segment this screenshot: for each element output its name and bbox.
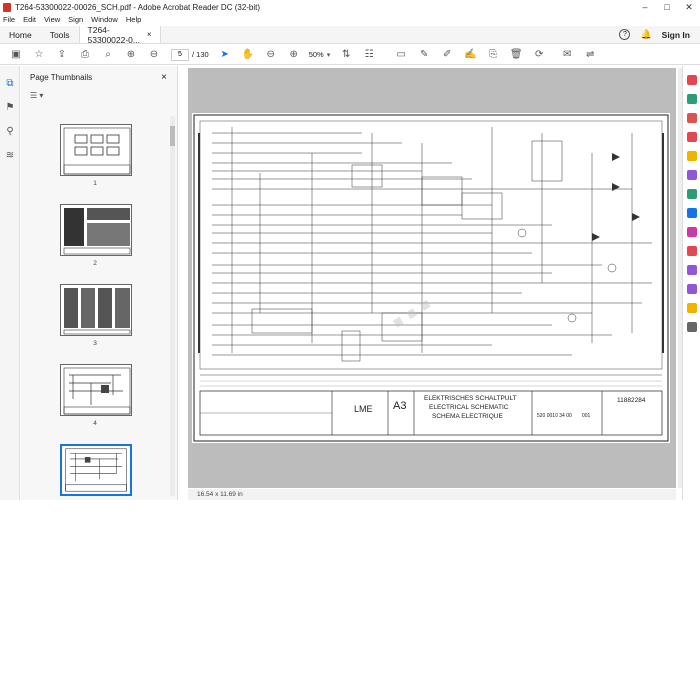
zoom-dropdown-icon[interactable]: ▾	[327, 51, 331, 59]
title-block-title-en: ELECTRICAL SCHEMATIC	[429, 404, 509, 411]
fill-sign-icon[interactable]: ✍	[463, 48, 477, 62]
page-total: / 130	[192, 50, 209, 59]
close-window-button[interactable]: ✕	[678, 2, 700, 13]
window-titlebar: T264-53300022-00026_SCH.pdf - Adobe Acro…	[0, 0, 700, 15]
zoom-in-icon[interactable]: ⊕	[287, 48, 301, 62]
tab-bar: Home Tools T264-53300022-0... × ? 🔔 Sign…	[0, 24, 700, 45]
close-panel-icon[interactable]: ×	[161, 72, 167, 83]
thumbnail-options-button[interactable]: ☰ ▾	[21, 88, 177, 102]
title-block-size: A3	[393, 400, 407, 412]
thumbnail-page-2[interactable]	[60, 204, 132, 256]
draw-icon[interactable]: ✐	[440, 48, 454, 62]
thumbnail-2-preview	[63, 208, 131, 255]
scroll-mode-icon[interactable]: ☷	[362, 48, 376, 62]
thumbnail-5-preview	[65, 448, 127, 492]
page-size-indicator: 16.54 x 11.69 in	[188, 489, 676, 500]
upload-icon[interactable]: ⇪	[55, 48, 69, 62]
thumbnail-page-4[interactable]	[60, 364, 132, 416]
highlight-icon[interactable]: ✎	[417, 48, 431, 62]
thumbnails-panel-header: Page Thumbnails ×	[21, 66, 177, 88]
page-number-input[interactable]	[171, 48, 189, 61]
send-for-signature-icon[interactable]	[687, 246, 697, 256]
thumbnails-icon[interactable]: ⧉	[4, 78, 16, 90]
tab-document-label: T264-53300022-0...	[87, 24, 140, 45]
help-icon[interactable]: ?	[619, 29, 631, 40]
tab-tools[interactable]: Tools	[41, 26, 79, 43]
tab-document[interactable]: T264-53300022-0... ×	[78, 24, 161, 45]
export-pdf-icon[interactable]	[687, 75, 697, 85]
combine-files-icon[interactable]	[687, 132, 697, 142]
print-production-icon[interactable]	[687, 303, 697, 313]
save-icon[interactable]: ▣	[9, 48, 23, 62]
menu-edit[interactable]: Edit	[23, 15, 36, 26]
delete-icon[interactable]: 🗑	[509, 48, 523, 62]
thumbnail-3-preview	[63, 288, 131, 335]
notifications-icon[interactable]: 🔔	[640, 29, 651, 40]
prepare-form-icon[interactable]	[687, 284, 697, 294]
email-icon[interactable]: ✉	[560, 48, 574, 62]
fill-and-sign-icon[interactable]	[687, 227, 697, 237]
thumbnail-page-5[interactable]	[60, 444, 132, 496]
thumbnails-panel: Page Thumbnails × ☰ ▾ 1 2 3 4	[21, 66, 178, 500]
title-block-part-no: 520 0010 34 00	[537, 413, 572, 419]
acrobat-icon	[3, 3, 11, 12]
zoom-out-icon[interactable]: ⊖	[264, 48, 278, 62]
title-block-rev: 001	[582, 413, 591, 419]
thumbnail-label-3: 3	[93, 340, 97, 347]
menu-file[interactable]: File	[3, 15, 15, 26]
menu-sign[interactable]: Sign	[68, 15, 83, 26]
minimize-button[interactable]: –	[634, 2, 656, 13]
organize-pages-icon[interactable]	[687, 170, 697, 180]
scan-ocr-icon[interactable]	[687, 189, 697, 199]
thumbnail-page-3[interactable]	[60, 284, 132, 336]
bookmarks-icon[interactable]: ⚑	[4, 102, 16, 114]
thumbnail-label-2: 2	[93, 260, 97, 267]
title-block-title-fr: SCHEMA ELECTRIQUE	[432, 413, 503, 420]
maximize-button[interactable]: □	[656, 2, 678, 13]
page-fit-icon[interactable]: ⇅	[339, 48, 353, 62]
stamp-icon[interactable]: ⎘	[486, 48, 500, 62]
main-toolbar: ▣ ☆ ⇪ ⎙ ⌕ ⊕ ⊖ / 130 ➤ ✋ ⊖ ⊕ 50% ▾ ⇅ ☷ ▭ …	[0, 45, 700, 65]
select-cursor-icon[interactable]: ➤	[218, 48, 232, 62]
sign-in-button[interactable]: Sign In	[662, 30, 690, 40]
print-icon[interactable]: ⎙	[78, 48, 92, 62]
tab-home[interactable]: Home	[0, 26, 41, 43]
thumbnails-scrollbar[interactable]	[170, 116, 175, 496]
document-viewport[interactable]: LME A3 ELEKTRISCHES SCHALTPULT ELECTRICA…	[188, 68, 676, 488]
comment-icon[interactable]: ▭	[394, 48, 408, 62]
request-e-signatures-icon[interactable]	[687, 265, 697, 275]
right-tools-rail	[682, 66, 700, 500]
rotate-icon[interactable]: ⟳	[532, 48, 546, 62]
left-nav-rail: ⧉ ⚑ ⚲ ≋	[0, 66, 20, 500]
share-icon[interactable]: ⇌	[583, 48, 597, 62]
create-pdf-icon[interactable]	[687, 94, 697, 104]
thumbnail-1-preview	[63, 127, 131, 175]
next-page-icon[interactable]: ⊖	[147, 48, 161, 62]
menu-view[interactable]: View	[44, 15, 60, 26]
previous-page-icon[interactable]: ⊕	[124, 48, 138, 62]
electrical-schematic-drawing	[193, 114, 669, 442]
title-block-language: LME	[354, 404, 373, 414]
edit-pdf-icon[interactable]	[687, 113, 697, 123]
zoom-level[interactable]: 50%	[309, 50, 324, 59]
comment-tool-icon[interactable]	[687, 151, 697, 161]
layers-icon[interactable]: ≋	[4, 150, 16, 162]
hand-tool-icon[interactable]: ✋	[241, 48, 255, 62]
window-title: T264-53300022-00026_SCH.pdf - Adobe Acro…	[15, 3, 261, 12]
thumbnail-page-1[interactable]	[60, 124, 132, 176]
attachments-icon[interactable]: ⚲	[4, 126, 16, 138]
title-block-title-de: ELEKTRISCHES SCHALTPULT	[424, 395, 517, 402]
thumbnail-label-1: 1	[93, 180, 97, 187]
search-icon[interactable]: ⌕	[101, 48, 115, 62]
document-page: LME A3 ELEKTRISCHES SCHALTPULT ELECTRICA…	[192, 113, 670, 443]
thumbnail-4-preview	[63, 367, 131, 415]
thumbnail-label-4: 4	[93, 420, 97, 427]
bookmark-star-icon[interactable]: ☆	[32, 48, 46, 62]
tab-close-icon[interactable]: ×	[147, 30, 152, 39]
title-block-drawing-no: 11882284	[617, 397, 646, 404]
more-tools-icon[interactable]	[687, 322, 697, 332]
protect-icon[interactable]	[687, 208, 697, 218]
thumbnails-panel-title: Page Thumbnails	[30, 72, 93, 82]
